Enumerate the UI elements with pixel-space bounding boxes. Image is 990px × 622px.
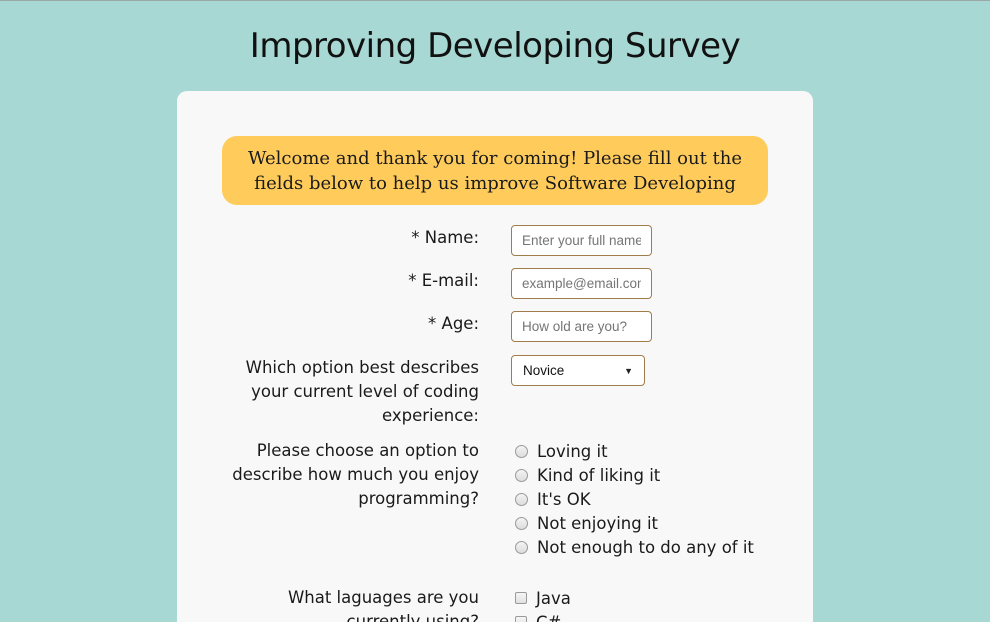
- top-border: [0, 0, 990, 1]
- radio-option-kind-of-liking-it[interactable]: Kind of liking it: [515, 463, 660, 487]
- dropdown-arrow-icon: ▼: [624, 365, 633, 376]
- experience-select[interactable]: Novice ▼: [511, 355, 645, 386]
- radio-option-not-enjoying-it[interactable]: Not enjoying it: [515, 511, 658, 535]
- checkbox-option-csharp[interactable]: C#: [515, 610, 561, 622]
- checkbox-option-java[interactable]: Java: [515, 586, 571, 610]
- radio-label: Kind of liking it: [537, 465, 661, 485]
- radio-button[interactable]: [515, 492, 528, 506]
- email-input[interactable]: [511, 268, 652, 299]
- enjoyment-label: Please choose an option to describe how …: [232, 441, 479, 508]
- checkbox-label: C#: [536, 612, 562, 622]
- radio-label: Not enjoying it: [537, 513, 659, 533]
- age-label: * Age:: [428, 314, 479, 333]
- radio-option-its-ok[interactable]: It's OK: [515, 487, 591, 511]
- checkbox[interactable]: [515, 616, 527, 622]
- experience-label: Which option best describes your current…: [245, 358, 479, 425]
- radio-label: It's OK: [537, 489, 591, 509]
- name-input[interactable]: [511, 225, 652, 256]
- radio-label: Not enough to do any of it: [537, 537, 754, 557]
- experience-selected-value: Novice: [523, 363, 565, 378]
- radio-button[interactable]: [515, 540, 528, 554]
- checkbox-label: Java: [536, 588, 571, 608]
- radio-label: Loving it: [537, 441, 608, 461]
- radio-option-loving-it[interactable]: Loving it: [515, 439, 608, 463]
- checkbox[interactable]: [515, 592, 527, 604]
- radio-button[interactable]: [515, 444, 528, 458]
- radio-button[interactable]: [515, 468, 528, 482]
- languages-label: What laguages are you currently using?: [287, 588, 479, 622]
- email-label: * E-mail:: [408, 271, 479, 290]
- welcome-banner: Welcome and thank you for coming! Please…: [222, 136, 768, 205]
- radio-option-not-enough[interactable]: Not enough to do any of it: [515, 535, 754, 559]
- age-input[interactable]: [511, 311, 652, 342]
- name-label: * Name:: [411, 228, 479, 247]
- page-title: Improving Developing Survey: [249, 26, 741, 66]
- survey-form-card: Welcome and thank you for coming! Please…: [177, 91, 813, 622]
- radio-button[interactable]: [515, 516, 528, 530]
